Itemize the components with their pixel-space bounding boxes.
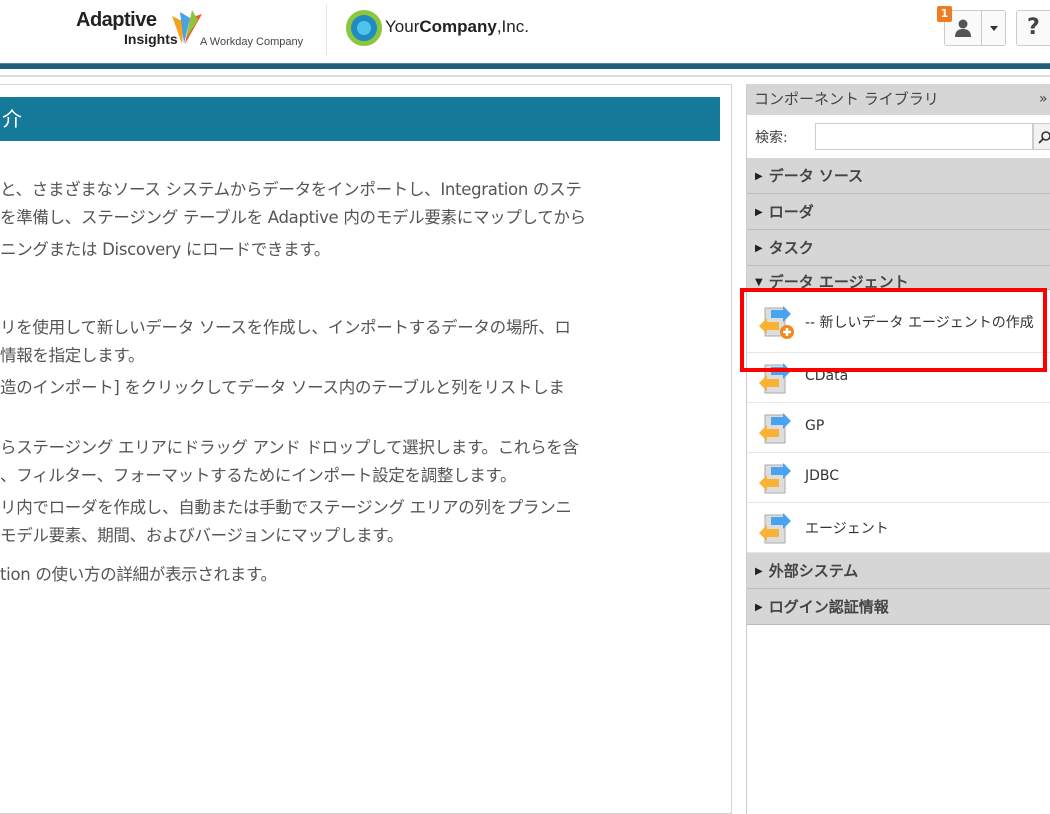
brand-name: Adaptive xyxy=(76,9,157,31)
step-text-line: 情報を指定します。 xyxy=(0,346,145,365)
section-tasks[interactable]: ▶ タスク xyxy=(747,230,1050,266)
brand-tagline: A Workday Company xyxy=(200,36,304,48)
agent-item-agent[interactable]: エージェント xyxy=(747,503,1050,553)
divider xyxy=(0,75,1050,77)
item-label: エージェント xyxy=(805,521,889,537)
search-button[interactable] xyxy=(1033,123,1050,150)
help-button[interactable]: ? xyxy=(1016,10,1050,46)
highlight-box xyxy=(740,288,1047,372)
agent-item-jdbc[interactable]: JDBC xyxy=(747,453,1050,503)
search-icon xyxy=(1038,131,1050,144)
expand-arrow-icon: ▶ xyxy=(755,243,763,254)
adaptive-insights-logo: Adaptive Insights A Workday Company xyxy=(76,9,303,48)
expand-arrow-icon: ▶ xyxy=(755,171,763,182)
step-text-line: 、フィルター、フォーマットするためにインポート設定を調整します。 xyxy=(0,466,517,485)
data-agent-icon xyxy=(759,463,791,494)
company-logo-icon xyxy=(346,10,382,46)
agent-item-gp[interactable]: GP xyxy=(747,403,1050,453)
adaptive-v-logo-icon xyxy=(172,10,202,44)
intro-text-line: を準備し、ステージング テーブルを Adaptive 内のモデル要素にマップして… xyxy=(0,208,586,227)
company-name: YourCompany,Inc. xyxy=(385,17,529,36)
search-input[interactable] xyxy=(815,123,1033,150)
footer-text-line: tion の使い方の詳細が表示されます。 xyxy=(0,565,277,584)
step-text-line: リを使用して新しいデータ ソースを作成し、インポートするデータの場所、ロ xyxy=(0,318,571,337)
page-title: 介 xyxy=(0,97,720,141)
notification-badge[interactable]: 1 xyxy=(937,6,952,22)
section-data-agents[interactable]: ▼ データ エージェント xyxy=(747,266,1050,290)
section-data-sources[interactable]: ▶ データ ソース xyxy=(747,158,1050,194)
step-text-line: リ内でローダを作成し、自動または手動でステージング エリアの列をプランニ xyxy=(0,498,572,517)
section-external-systems[interactable]: ▶ 外部システム xyxy=(747,553,1050,589)
header-divider xyxy=(326,4,327,56)
header-accent-bar xyxy=(0,63,1050,69)
item-label: JDBC xyxy=(805,468,840,484)
data-agent-icon xyxy=(759,513,791,544)
section-loaders[interactable]: ▶ ローダ xyxy=(747,194,1050,230)
expand-arrow-icon: ▶ xyxy=(755,566,763,577)
collapse-arrow-icon: ▼ xyxy=(755,277,763,288)
user-menu-button[interactable] xyxy=(944,10,1006,46)
user-icon xyxy=(955,19,971,37)
step-text-line: モデル要素、期間、およびバージョンにマップします。 xyxy=(0,526,404,545)
library-header: コンポーネント ライブラリ » xyxy=(747,84,1050,115)
expand-arrow-icon: ▶ xyxy=(755,602,763,613)
item-label: GP xyxy=(805,418,825,434)
library-title: コンポーネント ライブラリ xyxy=(754,90,939,108)
search-row: 検索: xyxy=(747,115,1050,158)
app-header: Adaptive Insights A Workday Company Your… xyxy=(0,0,1050,62)
intro-text-line: ニングまたは Discovery にロードできます。 xyxy=(0,240,331,259)
step-text-line: 造のインポート] をクリックしてデータ ソース内のテーブルと列をリストしま xyxy=(0,378,565,397)
data-agent-icon xyxy=(759,413,791,444)
section-login-credentials[interactable]: ▶ ログイン認証情報 xyxy=(747,589,1050,625)
intro-text-line: と、さまざまなソース システムからデータをインポートし、Integration … xyxy=(0,180,582,199)
chevron-down-icon[interactable] xyxy=(990,26,998,31)
expand-arrow-icon: ▶ xyxy=(755,207,763,218)
search-label: 検索: xyxy=(755,130,788,146)
collapse-panel-button[interactable]: » xyxy=(1039,84,1048,115)
component-library-panel: コンポーネント ライブラリ » 検索: ▶ データ ソース ▶ ローダ ▶ タスク ▼… xyxy=(746,84,1050,814)
step-text-line: らステージング エリアにドラッグ アンド ドロップして選択します。これらを含 xyxy=(0,438,579,457)
